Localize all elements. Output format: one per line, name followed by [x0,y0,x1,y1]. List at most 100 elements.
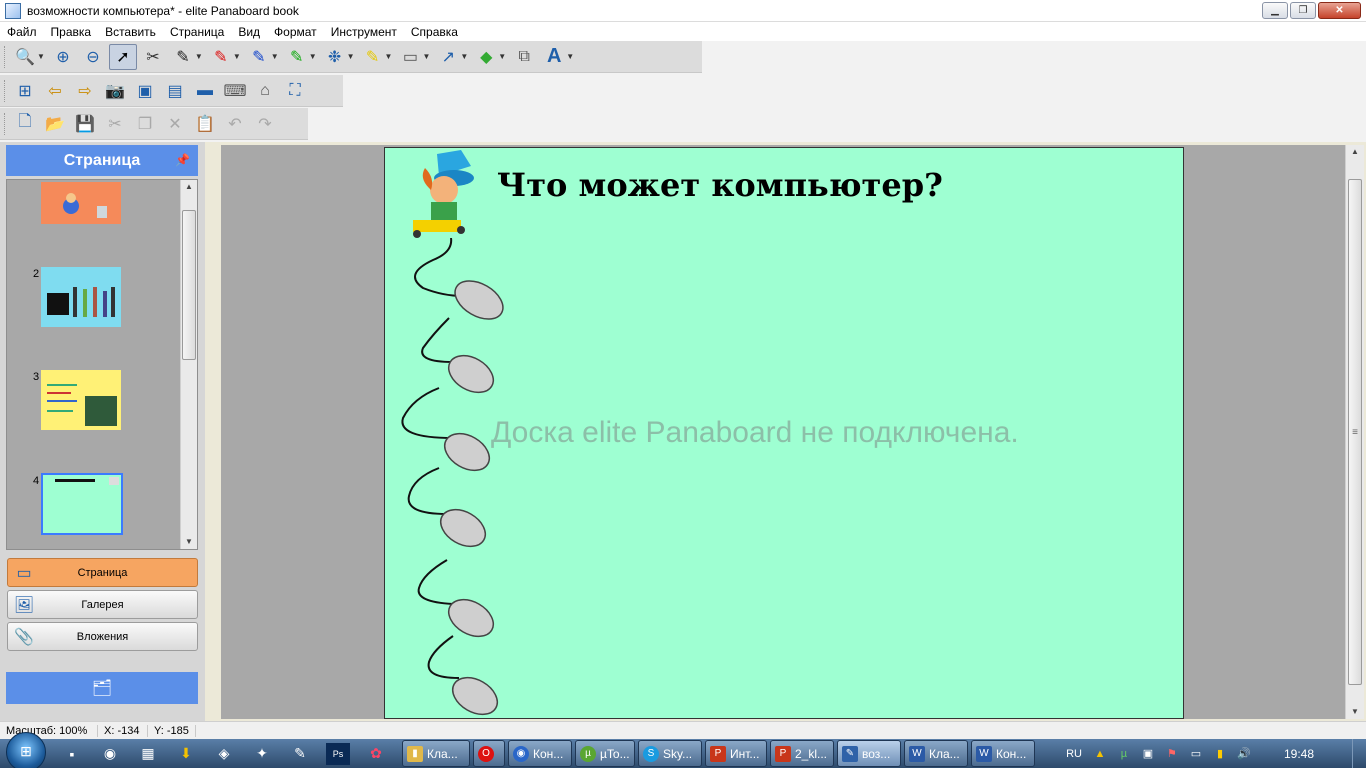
task-button[interactable]: S Sky... [638,740,702,767]
office-icon[interactable]: ✿ [364,743,388,765]
pen-black-button[interactable]: ✎ [169,44,197,70]
delete-button[interactable]: ✕ [161,111,189,137]
undo-button[interactable]: ↶ [221,111,249,137]
page-tab-button[interactable]: ▭ Страница [7,558,198,587]
device-icon[interactable]: ▭ [1188,746,1204,762]
stamp-pen-button[interactable]: ❉ [321,44,349,70]
panel-footer-button[interactable]: 🗂 [6,672,198,704]
photoshop-icon[interactable]: Ps [326,742,350,765]
menu-page[interactable]: Страница [163,25,231,39]
scroll-thumb[interactable]: ≡ [1348,179,1362,685]
gallery-tab-button[interactable]: 🖼 Галерея [7,590,198,619]
page-thumbnail[interactable] [41,267,121,327]
toolbar-grip[interactable] [4,79,7,102]
workspace-scrollbar[interactable]: ▲ ≡ ▼ [1345,145,1364,719]
chevron-down-icon[interactable]: ▼ [422,52,430,61]
menu-tool[interactable]: Инструмент [324,25,404,39]
task-button[interactable]: O [473,740,505,767]
desktop-mode-button[interactable]: ▬ [191,78,219,104]
select-tool-button[interactable]: ➚ [108,43,137,70]
toolbar-grip[interactable] [4,45,7,68]
redo-button[interactable]: ↷ [251,111,279,137]
menu-insert[interactable]: Вставить [98,25,163,39]
task-button[interactable]: W Кон... [971,740,1035,767]
menu-edit[interactable]: Правка [44,25,99,39]
pen-red-button[interactable]: ✎ [207,44,235,70]
next-page-button[interactable]: ⇨ [71,78,99,104]
zoom-out-button[interactable]: ⊖ [79,44,107,70]
paint-icon[interactable]: ✦ [250,743,274,765]
panaboard-icon[interactable]: ✎ [288,743,312,765]
task-button[interactable]: ▮ Кла... [402,740,470,767]
menu-help[interactable]: Справка [404,25,465,39]
chevron-down-icon[interactable]: ▼ [271,52,279,61]
pen-green-button[interactable]: ✎ [283,44,311,70]
tray-app-icon[interactable]: ▲ [1092,746,1108,762]
attachments-tab-button[interactable]: 📎 Вложения [7,622,198,651]
chevron-down-icon[interactable]: ▼ [385,52,393,61]
download-icon[interactable]: ⬇ [174,743,198,765]
document-camera-button[interactable]: ⌂ [251,78,279,104]
action-center-icon[interactable]: ⚑ [1164,746,1180,762]
new-file-button[interactable]: 🗋 [11,111,39,137]
task-button[interactable]: P 2_kl... [770,740,834,767]
language-indicator[interactable]: RU [1066,748,1082,760]
scroll-down-icon[interactable]: ▼ [1346,705,1364,719]
screen-capture-button[interactable]: ▣ [131,78,159,104]
chevron-down-icon[interactable]: ▼ [347,52,355,61]
prev-page-button[interactable]: ⇦ [41,78,69,104]
eraser-button[interactable]: ▭ [396,44,424,70]
task-button[interactable]: µ µTo... [575,740,635,767]
clock[interactable]: 19:48 [1284,747,1314,761]
thumbnail-scrollbar[interactable]: ▲ ▼ [180,180,197,549]
monitor-tray-icon[interactable]: ▣ [1140,746,1156,762]
menu-view[interactable]: Вид [231,25,267,39]
chevron-down-icon[interactable]: ▼ [460,52,468,61]
media-player-icon[interactable]: ◉ [98,743,122,765]
chevron-down-icon[interactable]: ▼ [233,52,241,61]
chevron-down-icon[interactable]: ▼ [498,52,506,61]
task-button[interactable]: P Инт... [705,740,767,767]
scroll-thumb[interactable] [182,210,196,360]
pen-blue-button[interactable]: ✎ [245,44,273,70]
show-desktop-button[interactable] [1352,739,1366,768]
pin-icon[interactable]: 📌 [175,153,190,167]
chevron-down-icon[interactable]: ▼ [566,52,574,61]
highlighter-button[interactable]: ✎ [359,44,387,70]
page-thumbnail-selected[interactable] [41,473,123,535]
page-thumbnail[interactable] [41,182,121,224]
zoom-in-button[interactable]: ⊕ [49,44,77,70]
terminal-icon[interactable]: ▪ [60,743,84,765]
paste-button[interactable]: 📋 [191,111,219,137]
start-button[interactable]: ⊞ [6,731,46,768]
text-tool-button[interactable]: A [540,44,568,70]
scroll-down-icon[interactable]: ▼ [181,535,197,549]
camera-capture-button[interactable]: 📷 [101,78,129,104]
keyboard-button[interactable]: ⌨ [221,78,249,104]
zoom-tool-button[interactable]: 🔍 [11,44,39,70]
page-thumbnail[interactable] [41,370,121,430]
region-tool-button[interactable]: ⧉ [510,44,538,70]
chevron-down-icon[interactable]: ▼ [309,52,317,61]
shape-tool-button[interactable]: ◆ [472,44,500,70]
open-file-button[interactable]: 📂 [41,111,69,137]
chevron-down-icon[interactable]: ▼ [195,52,203,61]
close-button[interactable]: ✕ [1318,2,1361,19]
slide-canvas[interactable]: Что может компьютер? Доска elite Panaboa… [384,147,1184,719]
network-icon[interactable]: ◈ [212,743,236,765]
scroll-up-icon[interactable]: ▲ [1346,145,1364,159]
fullscreen-button[interactable]: ⛶ [281,78,309,104]
cut-button[interactable]: ✂ [101,111,129,137]
minimize-button[interactable]: ▁ [1262,2,1288,19]
signal-icon[interactable]: ▮ [1212,746,1228,762]
calculator-icon[interactable]: ▦ [136,743,160,765]
chevron-down-icon[interactable]: ▼ [37,52,45,61]
copy-button[interactable]: ❐ [131,111,159,137]
menu-format[interactable]: Формат [267,25,324,39]
volume-icon[interactable]: 🔊 [1236,746,1252,762]
maximize-button[interactable]: ❐ [1290,2,1316,19]
task-button[interactable]: W Кла... [904,740,968,767]
task-button[interactable]: ◉ Кон... [508,740,572,767]
menu-file[interactable]: Файл [0,25,44,39]
line-tool-button[interactable]: ↗ [434,44,462,70]
